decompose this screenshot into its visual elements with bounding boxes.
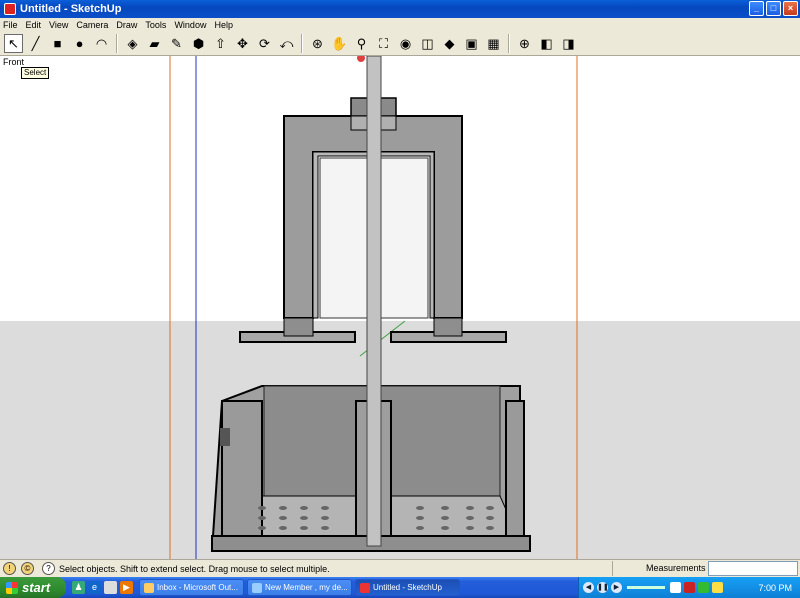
media-pause-icon[interactable]: ❚❚	[597, 582, 609, 593]
section-plane-tool-icon[interactable]: ◧	[537, 34, 556, 53]
task-browser[interactable]: New Member , my de...	[247, 579, 352, 596]
task-label: New Member , my de...	[265, 583, 348, 592]
start-label: start	[22, 580, 51, 595]
tray-side-logo	[220, 428, 230, 446]
menu-edit[interactable]: Edit	[26, 20, 42, 30]
tape-measure-tool-icon[interactable]: ✎	[167, 34, 186, 53]
title-bar: Untitled - SketchUp _ □ ×	[0, 0, 800, 18]
sketchup-task-icon	[360, 582, 370, 593]
antivirus-icon[interactable]	[684, 582, 695, 593]
bracket-leg-right	[433, 317, 463, 337]
messenger-icon[interactable]: ♟	[72, 581, 85, 594]
task-outlook[interactable]: Inbox - Microsoft Out...	[139, 579, 244, 596]
orbit-tool-icon[interactable]: ⊛	[308, 34, 327, 53]
view-label: Front	[3, 57, 25, 67]
window-title: Untitled - SketchUp	[20, 3, 122, 15]
volume-slider[interactable]	[627, 586, 665, 589]
media-prev-icon[interactable]: ◀	[583, 582, 594, 593]
start-button[interactable]: start	[0, 577, 66, 598]
toolbar: ↖ ╱ ■ ● ◠ ◈ ▰ ✎ ⬢ ⇧ ✥ ⟳ ⤺ ⊛ ✋ ⚲ ⛶ ◉ ◫ ◆ ▣ ▦ ⊕ ◧ ◨	[0, 31, 800, 56]
maximize-button[interactable]: □	[766, 1, 781, 16]
display-section-tool-icon[interactable]: ◨	[559, 34, 578, 53]
offset-tool-icon[interactable]: ⤺	[277, 34, 296, 53]
tray-app-icon[interactable]	[670, 582, 681, 593]
quick-launch: ♟ e ▶	[72, 581, 133, 594]
arc-tool-icon[interactable]: ◠	[92, 34, 111, 53]
menu-view[interactable]: View	[49, 20, 68, 30]
internet-explorer-icon[interactable]: e	[88, 581, 101, 594]
menu-tools[interactable]: Tools	[145, 20, 166, 30]
sketchup-app-icon	[4, 3, 16, 15]
clock: 7:00 PM	[758, 582, 792, 593]
push-pull-tool-icon[interactable]: ⇧	[211, 34, 230, 53]
move-tool-icon[interactable]: ✥	[233, 34, 252, 53]
position-camera-tool-icon[interactable]: ⊕	[515, 34, 534, 53]
zoom-tool-icon[interactable]: ⚲	[352, 34, 371, 53]
share-model-tool-icon[interactable]: ◫	[418, 34, 437, 53]
tray-alert-icon[interactable]	[712, 582, 723, 593]
get-photo-texture-tool-icon[interactable]: ▣	[462, 34, 481, 53]
help-icon[interactable]: ?	[42, 562, 55, 575]
circle-tool-icon[interactable]: ●	[70, 34, 89, 53]
windows-flag-icon	[6, 581, 18, 594]
media-player-icon[interactable]: ▶	[120, 581, 133, 594]
menu-camera[interactable]: Camera	[76, 20, 108, 30]
share-component-tool-icon[interactable]: ◆	[440, 34, 459, 53]
paint-bucket-tool-icon[interactable]: ⬢	[189, 34, 208, 53]
threaded-rod	[366, 56, 382, 547]
drawing-viewport[interactable]: Front Select	[0, 56, 800, 559]
bracket-leg-left	[283, 317, 314, 337]
browser-icon	[252, 582, 262, 593]
measurements-label: Measurements	[612, 561, 707, 576]
line-tool-icon[interactable]: ╱	[26, 34, 45, 53]
georeference-icon[interactable]: !	[3, 562, 16, 575]
menu-file[interactable]: File	[3, 20, 18, 30]
network-icon[interactable]	[698, 582, 709, 593]
close-button[interactable]: ×	[783, 1, 798, 16]
minimize-button[interactable]: _	[749, 1, 764, 16]
tray-wall-right	[505, 400, 525, 552]
toolbar-separator	[116, 33, 118, 53]
credits-icon[interactable]: ©	[21, 562, 34, 575]
pan-tool-icon[interactable]: ✋	[330, 34, 349, 53]
status-bar: ! © ? Select objects. Shift to extend se…	[0, 559, 800, 577]
tray-wall-left	[221, 400, 263, 552]
toolbar-separator	[301, 33, 303, 53]
get-models-tool-icon[interactable]: ◉	[396, 34, 415, 53]
rotate-tool-icon[interactable]: ⟳	[255, 34, 274, 53]
rectangle-tool-icon[interactable]: ■	[48, 34, 67, 53]
system-tray: ◀ ❚❚ ▶ 7:00 PM	[578, 577, 800, 598]
select-tool-icon[interactable]: ↖	[4, 33, 23, 53]
status-text: Select objects. Shift to extend select. …	[59, 563, 330, 574]
media-next-icon[interactable]: ▶	[611, 582, 622, 593]
components-tool-icon[interactable]: ▦	[484, 34, 503, 53]
make-component-tool-icon[interactable]: ◈	[123, 34, 142, 53]
toolbar-separator	[508, 33, 510, 53]
menu-window[interactable]: Window	[174, 20, 206, 30]
menu-draw[interactable]: Draw	[116, 20, 137, 30]
task-label: Inbox - Microsoft Out...	[157, 583, 238, 592]
task-sketchup[interactable]: Untitled - SketchUp	[355, 579, 460, 596]
zoom-extents-tool-icon[interactable]: ⛶	[374, 34, 393, 53]
show-desktop-icon[interactable]	[104, 581, 117, 594]
menu-help[interactable]: Help	[214, 20, 233, 30]
eraser-tool-icon[interactable]: ▰	[145, 34, 164, 53]
menu-bar: File Edit View Camera Draw Tools Window …	[0, 18, 800, 31]
windows-taskbar: start ♟ e ▶ Inbox - Microsoft Out... New…	[0, 577, 800, 598]
task-label: Untitled - SketchUp	[373, 583, 442, 592]
model-canvas[interactable]	[0, 56, 800, 559]
measurements-input[interactable]	[708, 561, 798, 576]
outlook-icon	[144, 582, 154, 593]
rod-top-cap	[357, 56, 365, 62]
tool-tooltip: Select	[21, 67, 50, 79]
